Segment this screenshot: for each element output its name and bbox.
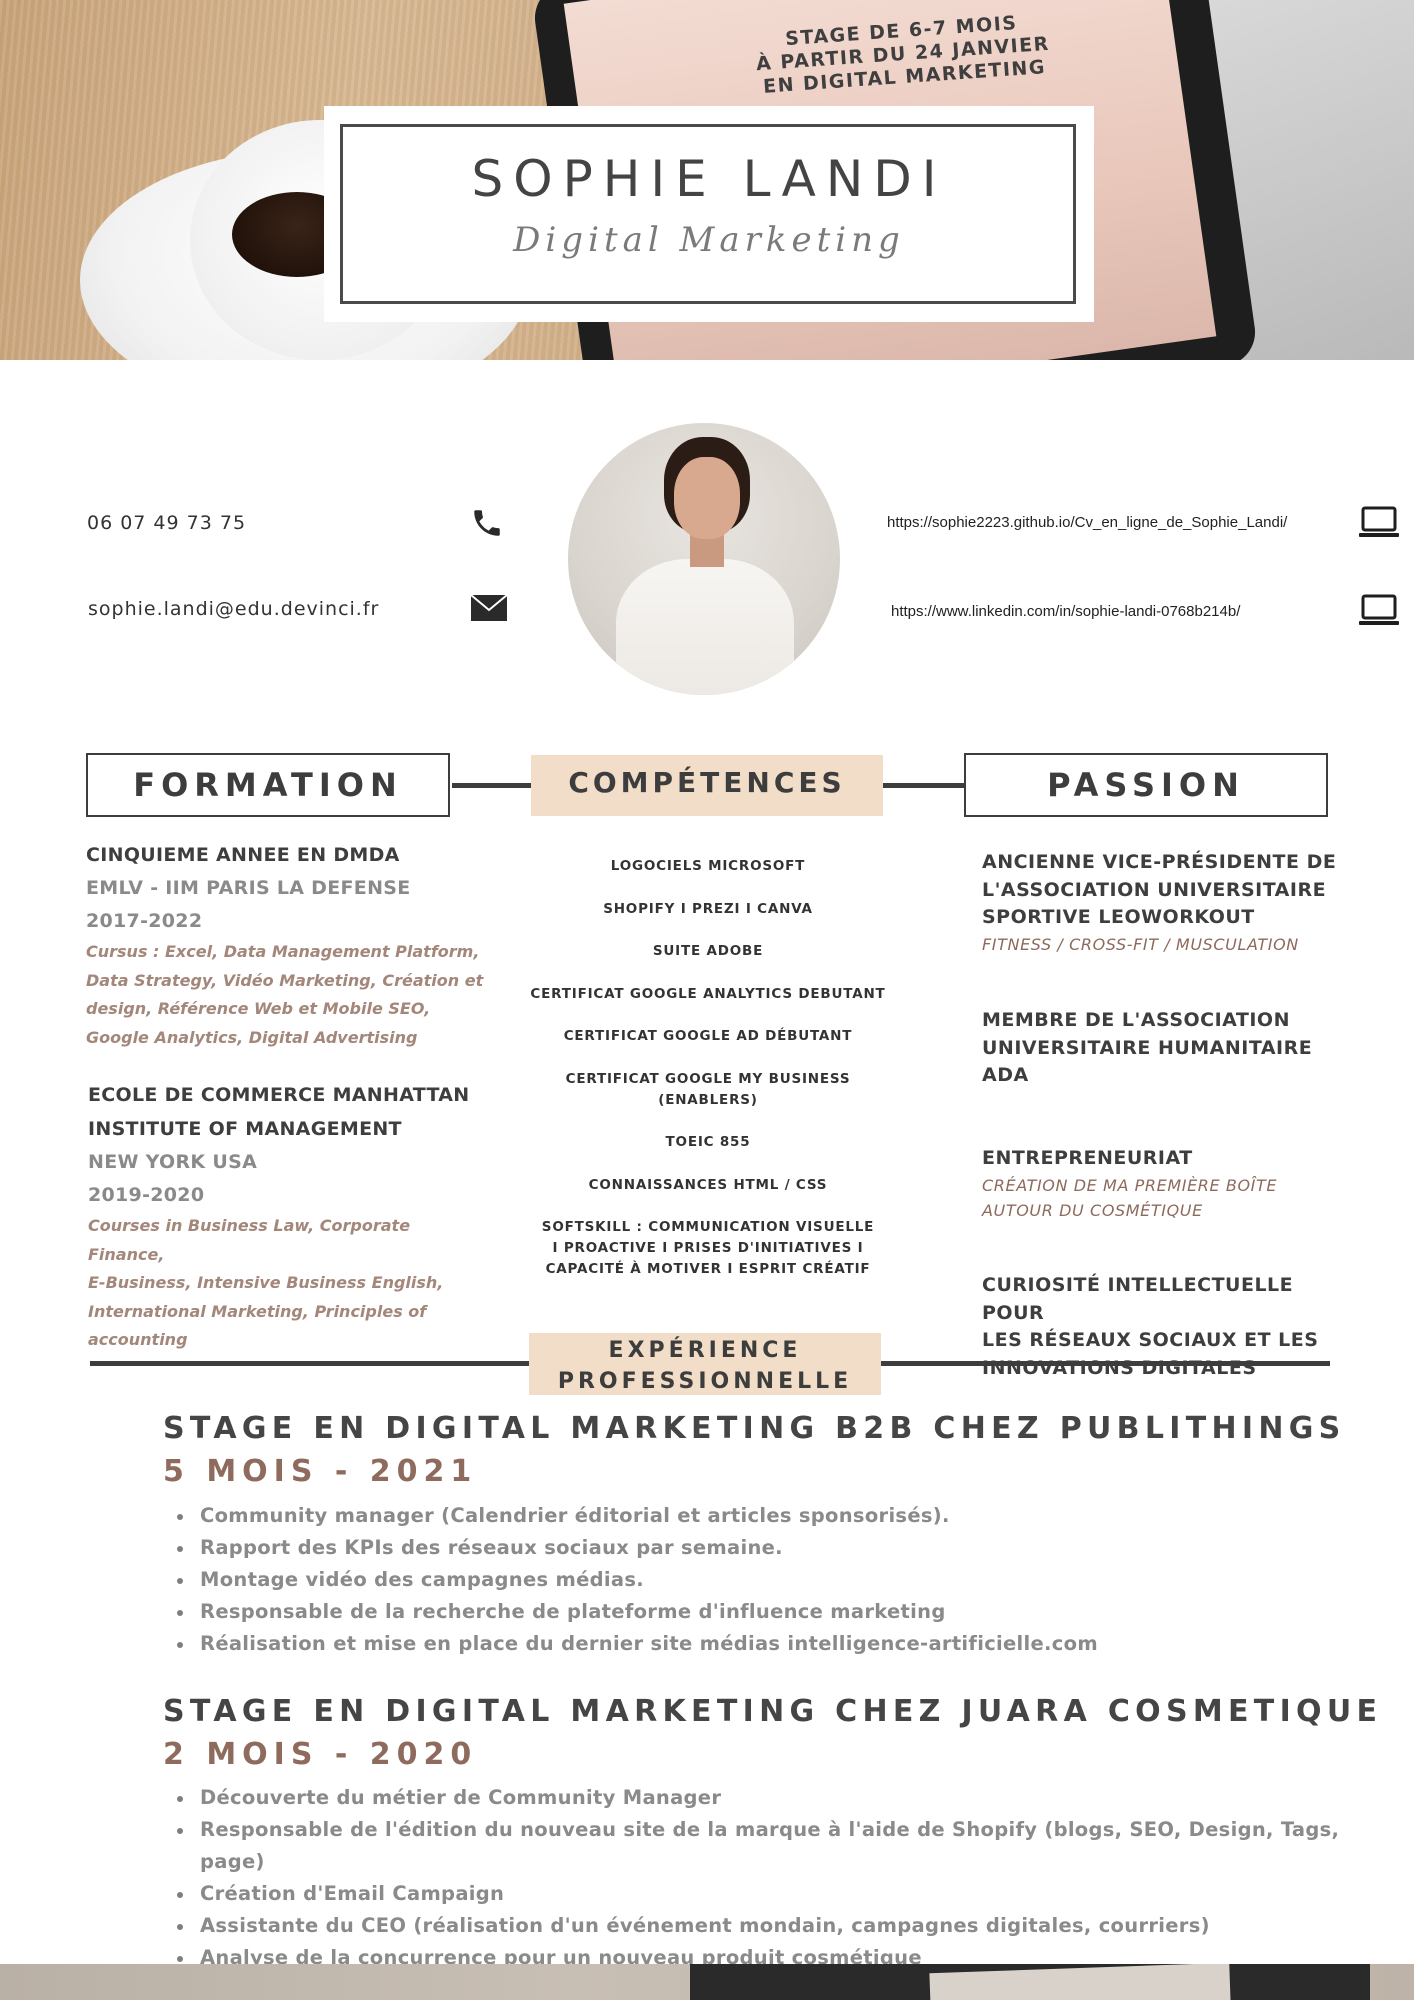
degree-name: INSTITUTE OF MANAGEMENT <box>88 1118 402 1140</box>
passion-title: UNIVERSITAIRE HUMANITAIRE <box>982 1036 1313 1059</box>
section-header-passion: PASSION <box>964 753 1328 817</box>
skill-item: SOFTSKILL : COMMUNICATION VISUELLE I PRO… <box>530 1217 886 1280</box>
phone-icon <box>474 510 500 536</box>
course-line: E-Business, Intensive Business English, <box>88 1273 444 1292</box>
job-task: Découverte du métier de Community Manage… <box>177 1782 1368 1814</box>
course-line: accounting <box>88 1330 188 1349</box>
job-task: Community manager (Calendrier éditorial … <box>177 1500 1368 1532</box>
passion-item: MEMBRE DE L'ASSOCIATION UNIVERSITAIRE HU… <box>982 1007 1362 1090</box>
job-title: STAGE EN DIGITAL MARKETING B2B CHEZ PUBL… <box>163 1411 1346 1446</box>
degree-name: CINQUIEME ANNEE EN DMDA <box>86 844 400 866</box>
email-address[interactable]: sophie.landi@edu.devinci.fr <box>88 598 379 620</box>
section-header-formation: FORMATION <box>86 753 450 817</box>
job-task: Responsable de l'édition du nouveau site… <box>177 1814 1368 1878</box>
website-link[interactable]: https://sophie2223.github.io/Cv_en_ligne… <box>887 514 1287 531</box>
experience-header-line: EXPÉRIENCE <box>608 1338 802 1363</box>
skill-line: SOFTSKILL : COMMUNICATION VISUELLE <box>541 1219 875 1235</box>
skill-line: I PROACTIVE I PRISES D'INITIATIVES I <box>552 1240 864 1256</box>
passion-item: ENTREPRENEURIAT CRÉATION DE MA PREMIÈRE … <box>982 1145 1362 1223</box>
passion-item: ANCIENNE VICE-PRÉSIDENTE DE L'ASSOCIATIO… <box>982 849 1362 957</box>
skill-item: CERTIFICAT GOOGLE MY BUSINESS (ENABLERS) <box>530 1069 886 1111</box>
passion-title: CURIOSITÉ INTELLECTUELLE POUR <box>982 1274 1294 1324</box>
name-card: SOPHIE LANDI Digital Marketing <box>324 106 1094 322</box>
job-tasks: Découverte du métier de Community Manage… <box>168 1782 1368 1974</box>
course-line: Courses in Business Law, Corporate Finan… <box>88 1216 411 1264</box>
connector-line <box>883 783 965 788</box>
course-line: Google Analytics, Digital Advertising <box>86 1027 418 1047</box>
candidate-name: SOPHIE LANDI <box>471 150 947 208</box>
degree-name: ECOLE DE COMMERCE MANHATTAN <box>88 1084 470 1106</box>
course-line: design, Référence Web et Mobile SEO, <box>86 999 431 1018</box>
section-header-competences: COMPÉTENCES <box>531 755 883 816</box>
school-name: EMLV - IIM PARIS LA DEFENSE <box>86 877 411 899</box>
course-line: Data Strategy, Vidéo Marketing, Création… <box>86 970 484 990</box>
connector-line <box>452 783 532 788</box>
passion-title: ADA <box>982 1064 1029 1086</box>
envelope-icon <box>470 594 508 621</box>
photo-face <box>674 457 740 539</box>
passion-title: ENTREPRENEURIAT <box>982 1147 1193 1169</box>
job-task: Montage vidéo des campagnes médias. <box>177 1564 1368 1596</box>
skill-item: CERTIFICAT GOOGLE ANALYTICS DEBUTANT <box>530 985 886 1002</box>
skill-item: CONNAISSANCES HTML / CSS <box>588 1176 828 1193</box>
skill-line: CAPACITÉ À MOTIVER I ESPRIT CRÉATIF <box>545 1261 871 1277</box>
section-header-experience: EXPÉRIENCE PROFESSIONNELLE <box>529 1333 881 1395</box>
formation-item: ECOLE DE COMMERCE MANHATTAN INSTITUTE OF… <box>88 1078 488 1355</box>
experience-header-line: PROFESSIONNELLE <box>557 1369 853 1394</box>
passion-title: INNOVATIONS DIGITALES <box>982 1356 1257 1379</box>
job-task: Création d'Email Campaign <box>177 1878 1368 1910</box>
passion-title: SPORTIVE LEOWORKOUT <box>982 906 1255 928</box>
skill-item: TOEIC 855 <box>665 1134 751 1150</box>
job-duration: 2 MOIS - 2020 <box>163 1737 478 1772</box>
candidate-title: Digital Marketing <box>513 220 905 260</box>
passion-detail: CRÉATION DE MA PREMIÈRE BOÎTE <box>982 1175 1278 1195</box>
skills-list: LOGOCIELS MICROSOFT SHOPIFY I PREZI I CA… <box>530 856 886 1302</box>
phone-number[interactable]: 06 07 49 73 75 <box>87 512 246 534</box>
job-title: STAGE EN DIGITAL MARKETING CHEZ JUARA CO… <box>163 1694 1383 1729</box>
passion-detail: AUTOUR DU COSMÉTIQUE <box>982 1200 1203 1220</box>
skill-item: SHOPIFY I PREZI I CANVA <box>603 900 813 917</box>
laptop-icon <box>1359 506 1399 537</box>
school-years: 2019-2020 <box>88 1184 205 1206</box>
skill-item: LOGOCIELS MICROSOFT <box>610 858 806 874</box>
job-task: Réalisation et mise en place du dernier … <box>177 1628 1368 1660</box>
job-task: Responsable de la recherche de plateform… <box>177 1596 1368 1628</box>
course-line: Cursus : Excel, Data Management Platform… <box>86 942 480 961</box>
footer-banner <box>0 1964 1414 2000</box>
job-task: Assistante du CEO (réalisation d'un évén… <box>177 1910 1368 1942</box>
passion-title: ANCIENNE VICE-PRÉSIDENTE DE <box>982 851 1337 873</box>
passion-title: LES RÉSEAUX SOCIAUX ET LES <box>982 1329 1319 1351</box>
photo-body <box>616 559 794 695</box>
job-task: Rapport des KPIs des réseaux sociaux par… <box>177 1532 1368 1564</box>
skill-line: (ENABLERS) <box>658 1091 758 1108</box>
formation-item: CINQUIEME ANNEE EN DMDA EMLV - IIM PARIS… <box>86 838 486 1052</box>
job-duration: 5 MOIS - 2021 <box>163 1454 478 1489</box>
course-line: International Marketing, Principles of <box>88 1301 427 1321</box>
school-years: 2017-2022 <box>86 910 203 932</box>
skill-item: CERTIFICAT GOOGLE AD DÉBUTANT <box>563 1028 853 1044</box>
skill-item: SUITE ADOBE <box>652 943 764 959</box>
laptop-icon <box>1359 594 1399 625</box>
school-name: NEW YORK USA <box>88 1151 258 1173</box>
profile-photo <box>568 423 840 695</box>
passion-title: L'ASSOCIATION UNIVERSITAIRE <box>982 878 1327 901</box>
passion-title: MEMBRE DE L'ASSOCIATION <box>982 1009 1290 1031</box>
linkedin-link[interactable]: https://www.linkedin.com/in/sophie-landi… <box>891 603 1240 620</box>
skill-line: CERTIFICAT GOOGLE MY BUSINESS <box>565 1070 851 1087</box>
job-tasks: Community manager (Calendrier éditorial … <box>168 1500 1368 1660</box>
passion-detail: FITNESS / CROSS-FIT / MUSCULATION <box>982 934 1299 954</box>
